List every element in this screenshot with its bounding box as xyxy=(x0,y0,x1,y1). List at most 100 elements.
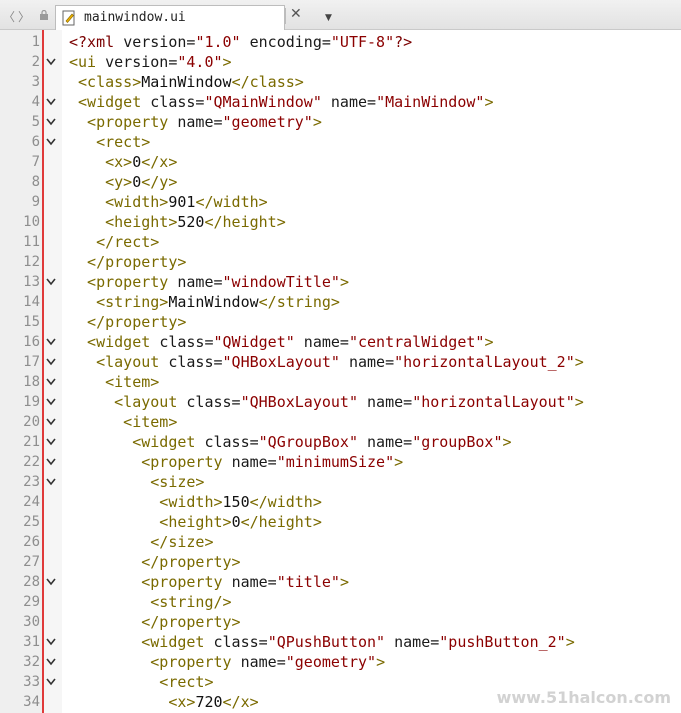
fold-chevron-icon[interactable] xyxy=(46,478,56,486)
code-text: <size> xyxy=(69,472,204,492)
fold-chevron-icon[interactable] xyxy=(46,118,56,126)
code-line[interactable]: 23 <size> xyxy=(0,472,681,492)
code-line[interactable]: 19 <layout class="QHBoxLayout" name="hor… xyxy=(0,392,681,412)
line-number: 4 xyxy=(31,94,40,110)
code-line[interactable]: 13 <property name="windowTitle"> xyxy=(0,272,681,292)
fold-chevron-icon[interactable] xyxy=(46,278,56,286)
code-line[interactable]: 27 </property> xyxy=(0,552,681,572)
code-line[interactable]: 3 <class>MainWindow</class> xyxy=(0,72,681,92)
line-number: 6 xyxy=(31,134,40,150)
code-line[interactable]: 25 <height>0</height> xyxy=(0,512,681,532)
code-token: > xyxy=(312,113,322,131)
code-line[interactable]: 21 <widget class="QGroupBox" name="group… xyxy=(0,432,681,452)
code-line[interactable]: 16 <widget class="QWidget" name="central… xyxy=(0,332,681,352)
code-line[interactable]: 10 <height>520</height> xyxy=(0,212,681,232)
fold-chevron-icon[interactable] xyxy=(46,358,56,366)
code-token: name= xyxy=(358,393,413,411)
fold-chevron-icon[interactable] xyxy=(46,418,56,426)
code-line[interactable]: 22 <property name="minimumSize"> xyxy=(0,452,681,472)
code-token: "minimumSize" xyxy=(276,453,395,471)
code-token: name= xyxy=(321,93,377,111)
code-line[interactable]: 17 <layout class="QHBoxLayout" name="hor… xyxy=(0,352,681,372)
code-line[interactable]: 18 <item> xyxy=(0,372,681,392)
code-line[interactable]: 9 <width>901</width> xyxy=(0,192,681,212)
code-token: </width> xyxy=(195,193,268,211)
code-line[interactable]: 30 </property> xyxy=(0,612,681,632)
code-line[interactable]: 12 </property> xyxy=(0,252,681,272)
code-line[interactable]: 26 </size> xyxy=(0,532,681,552)
code-line[interactable]: 6 <rect> xyxy=(0,132,681,152)
file-icon xyxy=(62,10,75,26)
code-text: <string/> xyxy=(69,592,231,612)
code-text: </property> xyxy=(69,312,186,332)
code-token: </string> xyxy=(258,293,340,311)
file-tab[interactable]: mainwindow.ui ▼ xyxy=(55,5,332,30)
code-line[interactable]: 20 <item> xyxy=(0,412,681,432)
code-line[interactable]: 4 <widget class="QMainWindow" name="Main… xyxy=(0,92,681,112)
fold-chevron-icon[interactable] xyxy=(46,638,56,646)
code-token: <y> xyxy=(69,173,133,191)
code-token: <widget xyxy=(69,633,214,651)
code-text: </property> xyxy=(69,612,241,632)
code-line[interactable]: 31 <widget class="QPushButton" name="pus… xyxy=(0,632,681,652)
code-token: 0 xyxy=(231,513,241,531)
line-number: 11 xyxy=(23,234,40,250)
fold-chevron-icon[interactable] xyxy=(46,378,56,386)
code-token: </property> xyxy=(69,613,241,631)
line-number: 31 xyxy=(23,634,40,650)
code-line[interactable]: 7 <x>0</x> xyxy=(0,152,681,172)
code-line[interactable]: 1 <?xml version="1.0" encoding="UTF-8"?> xyxy=(0,32,681,52)
code-token: "horizontalLayout_2" xyxy=(394,353,575,371)
code-token: "pushButton_2" xyxy=(439,633,566,651)
code-token: "QHBoxLayout" xyxy=(222,353,340,371)
fold-chevron-icon[interactable] xyxy=(46,58,56,66)
code-token: > xyxy=(339,273,349,291)
back-arrow-icon[interactable]: 〈 xyxy=(3,8,15,25)
code-token: </height> xyxy=(240,513,322,531)
code-token: > xyxy=(502,433,512,451)
fold-chevron-icon[interactable] xyxy=(46,458,56,466)
code-line[interactable]: 14 <string>MainWindow</string> xyxy=(0,292,681,312)
code-line[interactable]: 8 <y>0</y> xyxy=(0,172,681,192)
fold-chevron-icon[interactable] xyxy=(46,438,56,446)
fold-chevron-icon[interactable] xyxy=(46,578,56,586)
fold-chevron-icon[interactable] xyxy=(46,658,56,666)
code-token: class= xyxy=(168,353,223,371)
code-line[interactable]: 11 </rect> xyxy=(0,232,681,252)
line-number: 17 xyxy=(23,354,40,370)
code-editor[interactable]: 1 <?xml version="1.0" encoding="UTF-8"?> 2… xyxy=(0,30,681,713)
fold-chevron-icon[interactable] xyxy=(46,98,56,106)
code-line[interactable]: 24 <width>150</width> xyxy=(0,492,681,512)
code-token: version= xyxy=(123,33,196,51)
close-icon[interactable]: ✕ xyxy=(290,6,302,22)
code-line[interactable]: 15 </property> xyxy=(0,312,681,332)
code-line[interactable]: 28 <property name="title"> xyxy=(0,572,681,592)
code-token: </rect> xyxy=(69,233,160,251)
code-line[interactable]: 29 <string/> xyxy=(0,592,681,612)
code-line[interactable]: 5 <property name="geometry"> xyxy=(0,112,681,132)
code-token: name= xyxy=(177,113,223,131)
fold-chevron-icon[interactable] xyxy=(46,678,56,686)
forward-arrow-icon[interactable]: 〉 xyxy=(18,8,30,25)
code-token: class= xyxy=(204,433,259,451)
code-token: > xyxy=(376,653,386,671)
code-text: <layout class="QHBoxLayout" name="horizo… xyxy=(69,392,584,412)
fold-chevron-icon[interactable] xyxy=(46,338,56,346)
code-text: <rect> xyxy=(69,132,150,152)
code-token: </size> xyxy=(69,533,214,551)
code-token: > xyxy=(574,353,584,371)
code-text: <widget class="QWidget" name="centralWid… xyxy=(69,332,493,352)
code-token: <width> xyxy=(69,493,223,511)
code-token: <ui xyxy=(69,53,106,71)
code-text: <widget class="QPushButton" name="pushBu… xyxy=(69,632,575,652)
code-token: <height> xyxy=(69,213,178,231)
dropdown-icon[interactable]: ▼ xyxy=(325,13,332,23)
code-token: > xyxy=(565,633,575,651)
code-token: <width> xyxy=(69,193,169,211)
fold-chevron-icon[interactable] xyxy=(46,138,56,146)
line-number: 26 xyxy=(23,534,40,550)
fold-chevron-icon[interactable] xyxy=(46,398,56,406)
code-line[interactable]: 2 <ui version="4.0"> xyxy=(0,52,681,72)
code-token: version= xyxy=(105,53,178,71)
code-line[interactable]: 32 <property name="geometry"> xyxy=(0,652,681,672)
